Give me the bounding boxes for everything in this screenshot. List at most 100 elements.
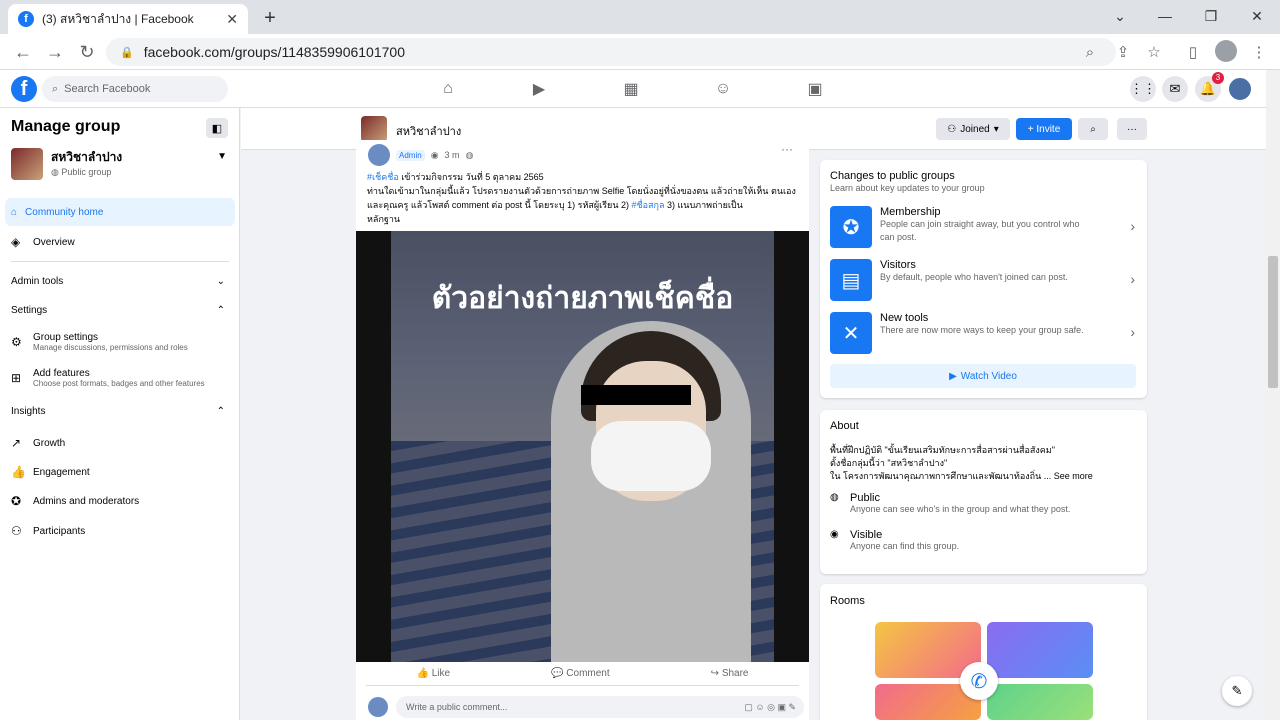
chevron-right-icon: ›	[1130, 271, 1135, 287]
poster-avatar[interactable]	[368, 144, 390, 166]
share-icon[interactable]: ⇪	[1113, 42, 1133, 62]
dropdown-icon[interactable]: ▼	[217, 151, 227, 162]
joined-label: Joined	[960, 123, 990, 135]
post-photo[interactable]: ตัวอย่างถ่ายภาพเช็คชื่อ	[356, 231, 809, 662]
search-icon: ⌕	[52, 82, 59, 95]
zoom-icon[interactable]: ⌕	[1080, 42, 1100, 62]
hashtag-link[interactable]: #เช็คชื่อ	[367, 172, 399, 182]
feature-desc: There are now more ways to keep your gro…	[880, 325, 1084, 335]
reload-icon[interactable]: ↻	[74, 40, 100, 64]
card-title: Rooms	[830, 595, 865, 607]
minimize-icon[interactable]: —	[1150, 4, 1180, 28]
comment-placeholder: Write a public comment...	[406, 702, 508, 712]
close-tab-icon[interactable]: ✕	[226, 11, 238, 28]
close-window-icon[interactable]: ✕	[1242, 4, 1272, 28]
sidebar-item-growth[interactable]: ↗ Growth	[11, 436, 231, 450]
public-icon: ◍	[465, 149, 474, 160]
more-options-button[interactable]: ···	[1117, 118, 1147, 140]
section-insights[interactable]: Insights ⌃	[11, 406, 225, 417]
comment-button[interactable]: 💬 Comment	[551, 668, 610, 679]
badge-icon: ◉	[430, 149, 439, 160]
group-name[interactable]: สหวิชาลำปาง	[396, 122, 461, 140]
star-icon[interactable]: ☆	[1144, 42, 1164, 62]
group-privacy: Public group	[61, 167, 112, 177]
hashtag-link[interactable]: #ชื่อสกุล	[632, 200, 665, 210]
sidebar-item-group-settings[interactable]: ⚙ Group settings Manage discussions, perm…	[11, 332, 231, 352]
invite-button[interactable]: + Invite	[1016, 118, 1072, 140]
sidebar-icon[interactable]: ▯	[1183, 42, 1203, 62]
messenger-room-icon[interactable]: ✆	[960, 662, 998, 700]
joined-button[interactable]: ⚇ Joined ▾	[936, 118, 1010, 140]
chevron-up-icon: ⌃	[216, 406, 225, 417]
address-toolbar: ← → ↻ 🔒 facebook.com/groups/114835990610…	[0, 34, 1280, 70]
tab-search-icon[interactable]: ⌄	[1105, 4, 1135, 28]
sidebar-item-label: Engagement	[33, 466, 90, 478]
watch-icon[interactable]: ▶	[528, 78, 550, 100]
sidebar-item-engagement[interactable]: 👍 Engagement	[11, 465, 231, 479]
url-bar[interactable]: 🔒 facebook.com/groups/1148359906101700	[106, 38, 1116, 66]
section-settings[interactable]: Settings ⌃	[11, 305, 225, 316]
menu-grid-icon[interactable]: ⋮⋮	[1130, 76, 1156, 102]
messenger-icon[interactable]: ✉	[1162, 76, 1188, 102]
like-button[interactable]: 👍 Like	[416, 668, 450, 679]
star-badge-icon: ✪	[11, 494, 22, 508]
share-icon: ↪	[710, 668, 722, 679]
home-icon[interactable]: ⌂	[437, 78, 459, 100]
post-text-line: เข้าร่วมกิจกรรม วันที่ 5 ตุลาคม 2565	[398, 172, 544, 182]
search-placeholder: Search Facebook	[64, 83, 151, 95]
new-tab-icon[interactable]: +	[258, 6, 282, 30]
caret-down-icon: ▾	[993, 123, 999, 135]
scrollbar-thumb[interactable]	[1268, 256, 1278, 388]
video-icon: ▶	[949, 370, 957, 382]
post-time[interactable]: 3 m	[445, 150, 460, 160]
collapse-sidebar-icon[interactable]: ◧	[206, 118, 228, 138]
restore-icon[interactable]: ❐	[1196, 4, 1226, 28]
group-selector[interactable]: สหวิชาลำปาง ◍ Public group ▼	[11, 148, 231, 180]
watch-video-button[interactable]: ▶ Watch Video	[830, 364, 1136, 388]
sidebar-item-sub: Choose post formats, badges and other fe…	[33, 379, 205, 388]
new-message-icon[interactable]: ✎	[1222, 676, 1252, 706]
profile-avatar[interactable]	[1215, 40, 1237, 62]
section-admin-tools[interactable]: Admin tools ⌄	[11, 276, 225, 287]
rooms-card: Rooms	[820, 584, 1147, 720]
menu-icon[interactable]: ⋮	[1249, 42, 1269, 62]
facebook-favicon-icon: f	[18, 11, 34, 27]
sidebar-item-label: Participants	[33, 525, 86, 537]
sidebar-item-overview[interactable]: ◈ Overview	[11, 235, 231, 249]
card-subtitle: Learn about key updates to your group	[830, 183, 985, 193]
sidebar-item-label: Overview	[33, 236, 75, 248]
chevron-right-icon: ›	[1130, 324, 1135, 340]
sidebar-item-participants[interactable]: ⚇ Participants	[11, 524, 231, 538]
about-card: About พื้นที่ฝึกปฏิบัติ "ขั้นเรียนเสริมท…	[820, 410, 1147, 574]
marketplace-icon[interactable]: ▦	[620, 78, 642, 100]
feature-desc: By default, people who haven't joined ca…	[880, 272, 1068, 282]
share-button[interactable]: ↪ Share	[711, 668, 749, 679]
scrollbar[interactable]	[1266, 70, 1280, 720]
chevron-right-icon: ›	[1130, 218, 1135, 234]
browser-tab[interactable]: f (3) สหวิชาลำปาง | Facebook ✕	[8, 4, 248, 34]
comment-tools-icons[interactable]: ▢ ☺ ◎ ▣ ✎	[744, 702, 796, 713]
sidebar-item-add-features[interactable]: ⊞ Add features Choose post formats, badge…	[11, 368, 231, 388]
group-thumbnail[interactable]	[361, 116, 387, 142]
groups-icon[interactable]: ☺	[712, 78, 734, 100]
search-input[interactable]: ⌕ Search Facebook	[42, 76, 228, 102]
feature-membership[interactable]: ✪ Membership People can join straight awa…	[830, 206, 1135, 248]
sidebar-item-label: Add features	[33, 368, 90, 379]
account-avatar[interactable]	[1227, 76, 1253, 102]
about-text[interactable]: ใน โครงการพัฒนาคุณภาพการศึกษาและพัฒนาท้อ…	[830, 470, 1093, 483]
search-group-button[interactable]: ⌕	[1078, 118, 1108, 140]
post-more-icon[interactable]: ···	[781, 142, 793, 156]
people-icon: ⚇	[11, 524, 22, 538]
forward-icon[interactable]: →	[42, 40, 68, 64]
facebook-logo-icon[interactable]: f	[11, 76, 37, 102]
gaming-icon[interactable]: ▣	[804, 78, 826, 100]
divider	[11, 261, 229, 262]
back-icon[interactable]: ←	[10, 40, 36, 64]
feature-visitors[interactable]: ▤ Visitors By default, people who haven't…	[830, 259, 1135, 301]
sidebar-item-community-home[interactable]: ⌂ Community home	[5, 198, 235, 226]
comment-input[interactable]: Write a public comment... ▢ ☺ ◎ ▣ ✎	[396, 696, 804, 718]
globe-icon: ◍	[830, 492, 839, 503]
feature-new-tools[interactable]: ✕ New tools There are now more ways to ke…	[830, 312, 1135, 354]
sidebar-item-admins[interactable]: ✪ Admins and moderators	[11, 494, 231, 508]
comment-icon: 💬	[551, 668, 567, 679]
